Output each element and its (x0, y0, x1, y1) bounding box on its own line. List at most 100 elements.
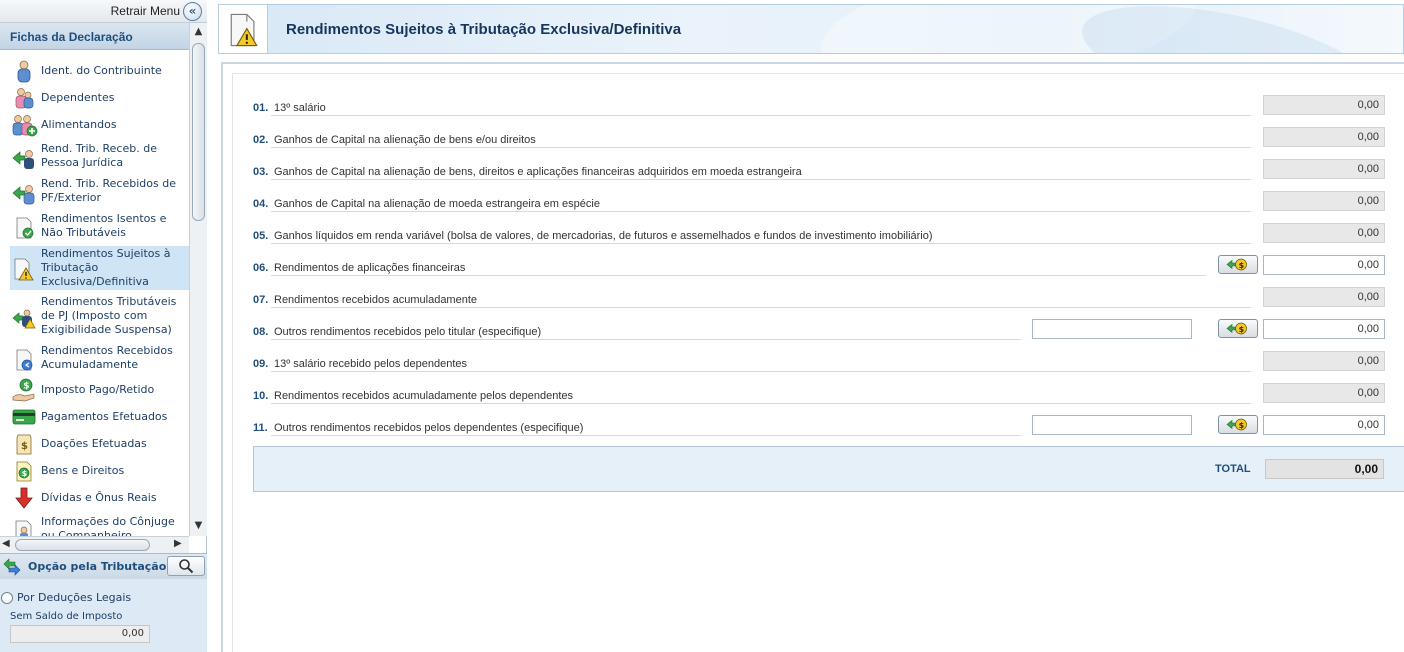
income-row-02: 02. Ganhos de Capital na alienação de be… (233, 124, 1404, 150)
row-value-field: 0,00 (1263, 159, 1385, 179)
sidebar-item-label: Doações Efetuadas (41, 437, 147, 450)
title-banner: Rendimentos Sujeitos à Tributação Exclus… (218, 4, 1404, 54)
row-number: 05. (253, 230, 269, 242)
specify-input[interactable] (1032, 319, 1192, 339)
sidebar-item-rend-trib-pf[interactable]: Rend. Trib. Recebidos de PF/Exterior (10, 177, 189, 209)
sidebar: Retrair Menu « Fichas da Declaração Iden… (0, 0, 207, 652)
retrair-menu-bar[interactable]: Retrair Menu « (0, 0, 207, 23)
row-value-field: 0,00 (1263, 191, 1385, 211)
exempt-income-icon (16, 217, 34, 239)
search-icon (179, 559, 194, 574)
detail-button[interactable]: $ (1218, 319, 1258, 338)
sidebar-item-dependentes[interactable]: Dependentes (10, 85, 189, 111)
scroll-right-icon[interactable]: ▶ (174, 538, 186, 552)
opcao-tributacao-title: Opção pela Tributação: (28, 560, 171, 573)
row-number: 11. (253, 422, 268, 434)
row-divider (271, 307, 1251, 308)
row-label: Ganhos de Capital na alienação de bens e… (274, 134, 536, 146)
assets-icon: $ (16, 461, 32, 482)
alimentandos-icon (12, 115, 38, 137)
row-label: Ganhos líquidos em renda variável (bolsa… (274, 230, 933, 242)
row-number: 09. (253, 358, 269, 370)
income-row-04: 04. Ganhos de Capital na alienação de mo… (233, 188, 1404, 214)
sidebar-item-pagamentos[interactable]: Pagamentos Efetuados (10, 404, 189, 430)
svg-text:$: $ (23, 382, 29, 392)
income-row-07: 07. Rendimentos recebidos acumuladamente… (233, 284, 1404, 310)
saldo-imposto-label: Sem Saldo de Imposto (10, 611, 123, 622)
specify-input[interactable] (1032, 415, 1192, 435)
money-icon: $ (1226, 258, 1247, 271)
sidebar-item-rendimentos-acumuladamente[interactable]: Rendimentos Recebidos Acumuladamente (10, 344, 189, 376)
income-row-03: 03. Ganhos de Capital na alienação de be… (233, 156, 1404, 182)
scroll-up-icon[interactable]: ▲ (191, 26, 206, 41)
scroll-down-icon[interactable]: ▼ (191, 520, 206, 535)
sidebar-item-rendimentos-isentos[interactable]: Rendimentos Isentos e Não Tributáveis (10, 212, 189, 244)
row-divider (271, 339, 1021, 340)
income-row-05: 05. Ganhos líquidos em renda variável (b… (233, 220, 1404, 246)
row-label: Rendimentos de aplicações financeiras (274, 262, 466, 274)
sidebar-item-alimentandos[interactable]: Alimentandos (10, 112, 189, 138)
row-label: Outros rendimentos recebidos pelo titula… (274, 326, 542, 338)
row-number: 04. (253, 198, 269, 210)
fichas-title: Fichas da Declaração (10, 30, 133, 44)
row-value-input[interactable]: 0,00 (1263, 415, 1385, 435)
saldo-imposto-value: 0,00 (10, 625, 150, 643)
sidebar-item-rendimentos-tributaveis-pj[interactable]: Rendimentos Tributáveis de PJ (Imposto c… (10, 295, 189, 341)
row-value-input[interactable]: 0,00 (1263, 319, 1385, 339)
scroll-left-icon[interactable]: ◀ (2, 538, 14, 552)
row-number: 08. (253, 326, 269, 338)
row-value-field: 0,00 (1263, 351, 1385, 371)
retrair-menu-label[interactable]: Retrair Menu (111, 4, 180, 18)
sidebar-item-label: Ident. do Contribuinte (41, 64, 162, 77)
collapse-menu-icon[interactable]: « (183, 2, 202, 21)
scrollbar-thumb[interactable] (192, 43, 205, 221)
row-number: 01. (253, 102, 269, 114)
income-pf-icon (12, 185, 35, 205)
spouse-icon (15, 520, 32, 536)
sidebar-item-rendimentos-sujeitos[interactable]: Rendimentos Sujeitos à Tributação Exclus… (10, 246, 189, 290)
scrollbar-thumb[interactable] (15, 539, 150, 551)
title-icon-box (219, 5, 268, 53)
sidebar-vertical-scrollbar[interactable]: ▲ ▼ (189, 23, 207, 536)
sidebar-item-informacoes-conjuge[interactable]: Informações do Cônjuge ou Companheiro (10, 515, 189, 536)
svg-text:$: $ (22, 469, 28, 478)
row-value-field[interactable]: 0,00 (1263, 95, 1385, 115)
row-number: 06. (253, 262, 269, 274)
sidebar-item-label: Rendimentos Sujeitos à Tributação Exclus… (41, 247, 171, 288)
sidebar-item-label: Imposto Pago/Retido (41, 383, 155, 396)
svg-text:$: $ (1239, 261, 1245, 270)
income-row-10: 10. Rendimentos recebidos acumuladamente… (233, 380, 1404, 406)
sidebar-item-label: Dependentes (41, 91, 115, 104)
row-value-input[interactable]: 0,00 (1263, 255, 1385, 275)
sidebar-item-label: Informações do Cônjuge ou Companheiro (41, 515, 175, 536)
row-divider (271, 115, 1251, 116)
total-box: TOTAL 0,00 (253, 446, 1404, 492)
row-divider (271, 147, 1251, 148)
sidebar-horizontal-scrollbar[interactable]: ◀ ▶ (0, 536, 189, 553)
income-row-11: 11. Outros rendimentos recebidos pelos d… (233, 412, 1404, 438)
sidebar-item-doacoes[interactable]: $ Doações Efetuadas (10, 431, 189, 457)
opcao-tributacao-panel: Por Deduções Legais Sem Saldo de Imposto… (0, 579, 207, 652)
sidebar-item-label: Rendimentos Isentos e Não Tributáveis (41, 212, 167, 239)
income-row-09: 09. 13º salário recebido pelos dependent… (233, 348, 1404, 374)
fichas-header: Fichas da Declaração (0, 23, 189, 50)
deducoes-legais-radio[interactable] (1, 592, 13, 604)
svg-text:$: $ (1239, 421, 1245, 430)
warning-document-icon (14, 258, 34, 281)
deducoes-legais-label[interactable]: Por Deduções Legais (17, 591, 131, 604)
search-button[interactable] (167, 556, 205, 576)
sidebar-item-ident-contribuinte[interactable]: Ident. do Contribuinte (10, 58, 189, 84)
income-row-06: 06. Rendimentos de aplicações financeira… (233, 252, 1404, 278)
sidebar-item-imposto-pago[interactable]: $ Imposto Pago/Retido (10, 377, 189, 403)
row-value-field: 0,00 (1263, 287, 1385, 307)
sidebar-item-dividas[interactable]: Dívidas e Ônus Reais (10, 485, 189, 511)
page-title: Rendimentos Sujeitos à Tributação Exclus… (286, 21, 682, 38)
sidebar-item-rend-trib-pj[interactable]: Rend. Trib. Receb. de Pessoa Jurídica (10, 142, 189, 174)
row-divider (271, 371, 1251, 372)
row-divider (271, 211, 1251, 212)
detail-button[interactable]: $ (1218, 255, 1258, 274)
dependents-icon (15, 88, 34, 109)
sidebar-item-bens-direitos[interactable]: $ Bens e Direitos (10, 458, 189, 484)
row-value-field: 0,00 (1263, 383, 1385, 403)
detail-button[interactable]: $ (1218, 415, 1258, 434)
